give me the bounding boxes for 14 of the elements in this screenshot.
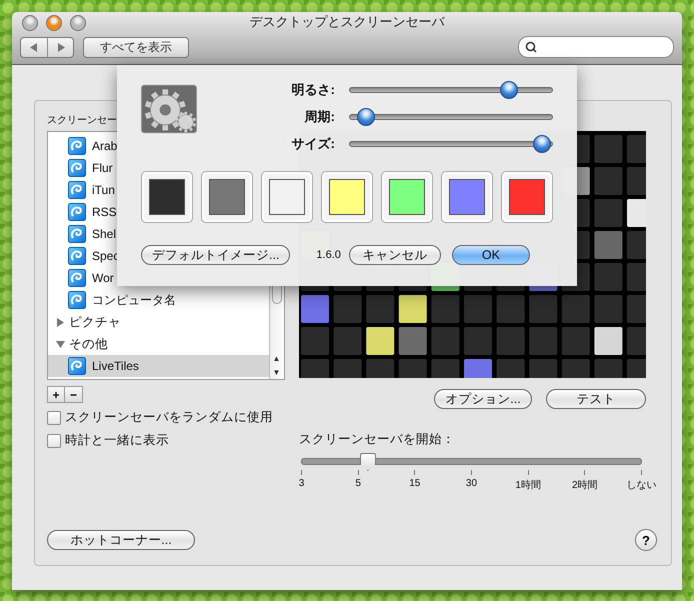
start-label: スクリーンセーバを開始： — [299, 431, 456, 448]
slider-label: 周期: — [304, 108, 336, 126]
tick-label: 15 — [409, 478, 420, 489]
tick-label: 5 — [355, 478, 361, 489]
list-label: スクリーンセー — [47, 114, 117, 128]
tick-label: 1時間 — [515, 478, 541, 492]
tick-label: 2時間 — [572, 478, 598, 492]
slider-label: サイズ: — [290, 135, 336, 153]
slider-label: 明るさ: — [290, 81, 336, 99]
version-text: 1.6.0 — [316, 249, 341, 261]
window-title: デスクトップとスクリーンセーバ — [250, 13, 444, 31]
tick-label: しない — [626, 479, 656, 492]
tick-label: 3 — [298, 478, 304, 489]
tick-label: 30 — [466, 478, 478, 489]
